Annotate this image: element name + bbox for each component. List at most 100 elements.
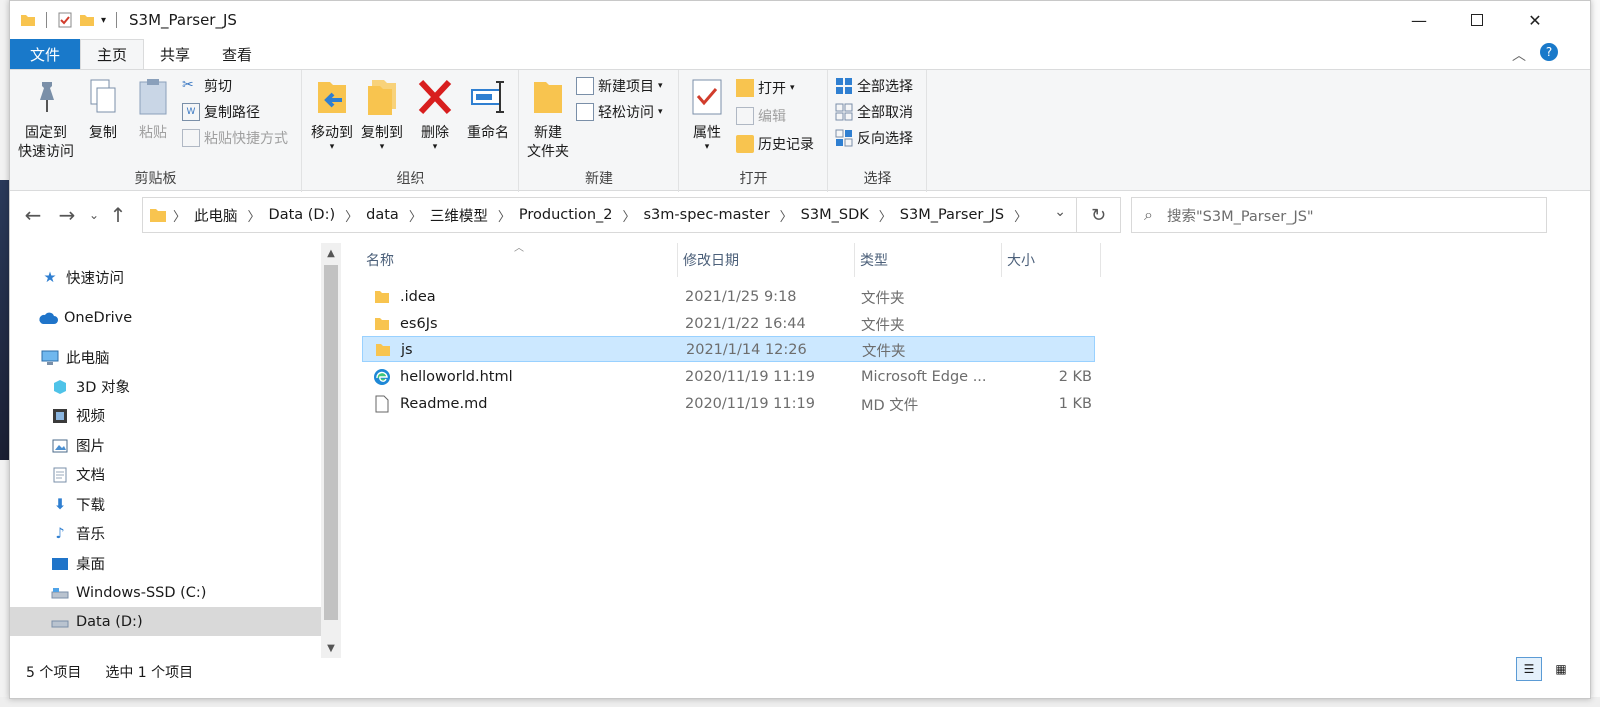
nav-item-onedrive[interactable]: OneDrive: [10, 303, 322, 332]
column-header-name[interactable]: 名称: [362, 243, 678, 277]
drive-icon: [50, 612, 70, 632]
select-none-button[interactable]: 全部取消: [835, 102, 913, 122]
nav-item-music[interactable]: ♪ 音乐: [10, 519, 322, 548]
pin-quick-access-button[interactable]: 固定到 快速访问: [16, 76, 76, 162]
nav-label: 桌面: [76, 557, 105, 573]
properties-icon[interactable]: [57, 12, 73, 28]
collapse-ribbon-icon[interactable]: ︿: [1512, 45, 1526, 65]
breadcrumb-separator[interactable]: 〉: [1014, 206, 1027, 225]
close-button[interactable]: ✕: [1506, 1, 1564, 39]
breadcrumb-separator[interactable]: 〉: [780, 206, 793, 225]
nav-item-3d-objects[interactable]: 3D 对象: [10, 372, 322, 401]
breadcrumb-separator[interactable]: 〉: [248, 206, 261, 225]
new-item-button[interactable]: 新建项目 ▾: [576, 76, 663, 96]
breadcrumb-production-2[interactable]: Production_2 〉: [519, 206, 636, 225]
properties-button[interactable]: 属性 ▾: [684, 76, 730, 152]
invert-selection-button[interactable]: 反向选择: [835, 128, 913, 148]
move-to-icon: [318, 82, 346, 113]
tab-view[interactable]: 查看: [206, 39, 268, 69]
breadcrumb-label: Data (D:): [268, 207, 336, 223]
copy-button[interactable]: 复制: [80, 76, 126, 143]
details-view-button[interactable]: ☰: [1516, 657, 1542, 681]
paste-button[interactable]: 粘贴: [130, 76, 176, 143]
paste-shortcut-button[interactable]: 粘贴快捷方式: [182, 128, 288, 148]
breadcrumb-this-pc[interactable]: 此电脑〉: [194, 205, 261, 226]
nav-item-downloads[interactable]: ⬇ 下载: [10, 490, 322, 519]
tab-file[interactable]: 文件: [10, 39, 81, 69]
rename-icon: [471, 81, 504, 113]
address-bar[interactable]: 〉 此电脑〉 Data (D:) 〉 data 〉 三维模型〉 Production…: [142, 197, 1077, 233]
new-folder-label: 新建 文件夹: [527, 125, 569, 160]
forward-button[interactable]: →: [50, 195, 84, 235]
delete-button[interactable]: 删除 ▾: [415, 76, 455, 152]
delete-icon: [418, 79, 452, 115]
column-header-date[interactable]: 修改日期: [679, 243, 855, 277]
recent-locations-button[interactable]: ⌄: [84, 195, 104, 235]
new-folder-icon[interactable]: [79, 12, 95, 28]
select-all-button[interactable]: 全部选择: [835, 76, 913, 96]
rename-button[interactable]: 重命名: [461, 76, 515, 143]
edit-label: 编辑: [758, 109, 786, 125]
nav-item-desktop[interactable]: 桌面: [10, 549, 322, 578]
nav-item-quick-access[interactable]: ★ 快速访问: [10, 263, 322, 292]
group-label-select: 选择: [863, 171, 892, 187]
minimize-button[interactable]: —: [1390, 1, 1448, 39]
refresh-button[interactable]: ↻: [1077, 197, 1121, 233]
scrollbar-thumb[interactable]: [324, 265, 338, 620]
file-type: Microsoft Edge ...: [861, 369, 987, 385]
back-button[interactable]: ←: [16, 195, 50, 235]
address-history-dropdown-icon[interactable]: ⌄: [1054, 204, 1066, 220]
customize-dropdown-icon[interactable]: ▾: [101, 15, 106, 26]
breadcrumb-separator[interactable]: 〉: [345, 206, 358, 225]
breadcrumb-data-d[interactable]: Data (D:) 〉: [269, 206, 359, 225]
tab-share[interactable]: 共享: [144, 39, 206, 69]
nav-item-pictures[interactable]: 图片: [10, 431, 322, 460]
breadcrumb-separator[interactable]: 〉: [879, 206, 892, 225]
breadcrumb-separator[interactable]: 〉: [409, 206, 422, 225]
table-row[interactable]: .idea 2021/1/25 9:18 文件夹: [362, 284, 1095, 310]
nav-item-videos[interactable]: 视频: [10, 401, 322, 430]
maximize-button[interactable]: [1448, 1, 1506, 39]
new-folder-button[interactable]: 新建 文件夹: [526, 76, 570, 162]
column-header-type[interactable]: 类型: [856, 243, 1002, 277]
nav-item-this-pc[interactable]: 此电脑: [10, 343, 322, 372]
nav-item-documents[interactable]: 文档: [10, 460, 322, 489]
table-row[interactable]: es6Js 2021/1/22 16:44 文件夹: [362, 311, 1095, 337]
breadcrumb-s3m-spec-master[interactable]: s3m-spec-master 〉: [644, 206, 793, 225]
copy-to-icon: [368, 80, 396, 115]
history-button[interactable]: 历史记录: [736, 134, 814, 154]
copy-path-button[interactable]: W 复制路径: [182, 102, 260, 122]
edit-button[interactable]: 编辑: [736, 106, 786, 126]
breadcrumb-3d-models[interactable]: 三维模型〉: [430, 205, 511, 226]
nav-scrollbar[interactable]: ▲ ▼: [321, 243, 341, 658]
table-row[interactable]: Readme.md 2020/11/19 11:19 MD 文件 1 KB: [362, 391, 1095, 417]
breadcrumb-data[interactable]: data 〉: [366, 206, 422, 225]
ribbon-tabs: 文件 主页 共享 查看 ︿ ?: [10, 39, 1590, 69]
nav-item-windows-ssd[interactable]: Windows-SSD (C:): [10, 578, 322, 607]
file-name: .idea: [400, 289, 436, 305]
help-icon[interactable]: ?: [1540, 43, 1558, 61]
column-header-size[interactable]: 大小: [1003, 243, 1101, 277]
up-button[interactable]: ↑: [104, 195, 132, 235]
copy-to-button[interactable]: 复制到 ▾: [357, 76, 407, 152]
breadcrumb-label: S3M_Parser_JS: [899, 207, 1005, 223]
breadcrumb-s3m-parser-js[interactable]: S3M_Parser_JS 〉: [900, 206, 1027, 225]
search-box[interactable]: ⌕ 搜索"S3M_Parser_JS": [1131, 197, 1547, 233]
properties-dropdown-icon: ▾: [704, 142, 710, 152]
tab-home[interactable]: 主页: [80, 39, 145, 69]
scroll-down-icon[interactable]: ▼: [321, 638, 341, 658]
easy-access-button[interactable]: 轻松访问 ▾: [576, 102, 663, 122]
cut-button[interactable]: ✂ 剪切: [182, 76, 232, 96]
breadcrumb-separator[interactable]: 〉: [622, 206, 635, 225]
copy-label: 复制: [89, 125, 117, 141]
breadcrumb-separator[interactable]: 〉: [498, 206, 511, 225]
table-row-selected[interactable]: js 2021/1/14 12:26 文件夹: [362, 336, 1095, 362]
open-button[interactable]: 打开 ▾: [736, 78, 795, 98]
file-name-cell: js: [373, 337, 683, 363]
scroll-up-icon[interactable]: ▲: [321, 243, 341, 263]
breadcrumb-s3m-sdk[interactable]: S3M_SDK 〉: [801, 206, 892, 225]
nav-item-data-d[interactable]: Data (D:): [10, 607, 322, 636]
table-row[interactable]: helloworld.html 2020/11/19 11:19 Microso…: [362, 364, 1095, 390]
large-icons-view-button[interactable]: ▦: [1548, 657, 1574, 681]
move-to-button[interactable]: 移动到 ▾: [307, 76, 357, 152]
